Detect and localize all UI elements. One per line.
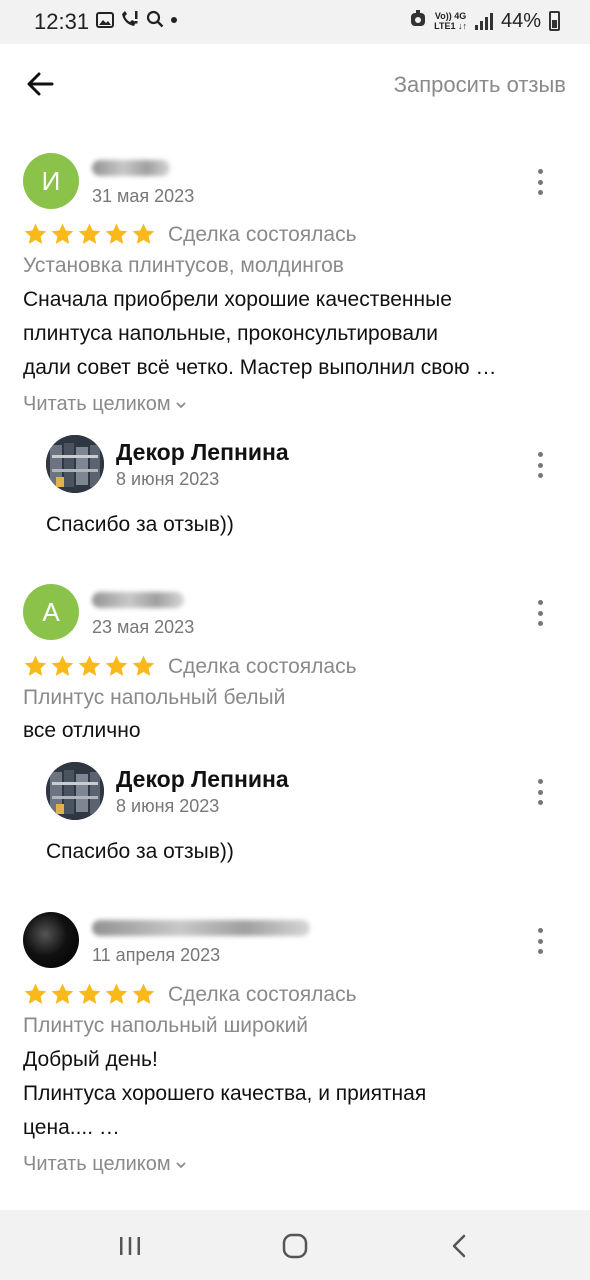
status-time: 12:31 <box>34 9 90 34</box>
reply-text: Спасибо за отзыв)) <box>46 840 234 863</box>
read-more-label: Читать целиком <box>23 1153 171 1175</box>
star-icon <box>105 983 128 1004</box>
review-text: все отлично <box>23 714 568 748</box>
review-date: 11 апреля 2023 <box>92 945 221 965</box>
review-date: 23 мая 2023 <box>92 617 195 637</box>
star-rating <box>23 654 156 679</box>
chevron-down-icon <box>176 1161 186 1168</box>
service-name: Плинтус напольный широкий <box>23 1014 309 1037</box>
more-options-icon[interactable] <box>530 779 550 805</box>
request-review-button[interactable]: Запросить отзыв <box>394 72 566 98</box>
read-more-label: Читать целиком <box>23 393 171 415</box>
status-right: Vo)) 4G LTE1 ↓↑ 44% <box>410 9 560 33</box>
deal-status: Сделка состоялась <box>168 982 357 1006</box>
notification-icons <box>96 10 178 33</box>
star-rating <box>23 222 156 247</box>
star-icon <box>51 983 74 1004</box>
gallery-icon <box>96 11 114 33</box>
rating-row: Сделка состоялась <box>23 982 357 1007</box>
star-icon <box>24 223 47 244</box>
home-icon[interactable] <box>277 1228 313 1264</box>
star-icon <box>78 223 101 244</box>
company-avatar <box>46 435 104 493</box>
review-text: Добрый день! Плинтуса хорошего качества,… <box>23 1043 568 1145</box>
missed-call-icon <box>120 10 140 33</box>
star-icon <box>24 655 47 676</box>
review-text-line: плинтуса напольные, проконсультировали <box>23 322 438 345</box>
review-text-line: Добрый день! <box>23 1048 158 1071</box>
rating-row: Сделка состоялась <box>23 654 357 679</box>
reply-date: 8 июня 2023 <box>116 796 220 816</box>
review-text-line: цена.... … <box>23 1116 120 1139</box>
battery-percent: 44% <box>500 9 541 32</box>
star-icon <box>132 655 155 676</box>
app-bar: Запросить отзыв <box>0 44 590 124</box>
star-icon <box>24 983 47 1004</box>
review-text-line: все отлично <box>23 719 141 742</box>
chevron-down-icon <box>176 401 186 408</box>
signal-icon <box>474 12 493 30</box>
reply-text: Спасибо за отзыв)) <box>46 513 234 536</box>
network-bottom-label: LTE1 ↓↑ <box>434 21 467 31</box>
more-options-icon[interactable] <box>530 169 550 195</box>
review-text: Сначала приобрели хорошие качественные п… <box>23 283 568 385</box>
dot-icon <box>170 10 178 33</box>
arrow-left-icon[interactable] <box>22 66 58 102</box>
service-name: Плинтус напольный белый <box>23 686 286 709</box>
read-more-link[interactable]: Читать целиком <box>23 393 187 416</box>
deal-status: Сделка состоялась <box>168 654 357 678</box>
blurred-author-name <box>92 920 310 936</box>
more-options-icon[interactable] <box>530 928 550 954</box>
avatar <box>23 912 79 968</box>
review-text-line: Плинтуса хорошего качества, и приятная <box>23 1082 427 1105</box>
star-icon <box>51 223 74 244</box>
star-icon <box>132 983 155 1004</box>
reply-author-name: Декор Лепнина <box>116 766 289 792</box>
deal-status: Сделка состоялась <box>168 222 357 246</box>
more-options-icon[interactable] <box>530 452 550 478</box>
company-avatar <box>46 762 104 820</box>
more-options-icon[interactable] <box>530 600 550 626</box>
recent-apps-icon[interactable] <box>112 1228 148 1264</box>
status-bar: 12:31 Vo)) 4G LTE1 ↓↑ 44% <box>0 0 590 44</box>
battery-icon <box>549 11 560 31</box>
alarm-icon <box>410 9 426 33</box>
service-name: Установка плинтусов, молдингов <box>23 254 344 277</box>
network-top-label: Vo)) 4G <box>434 11 467 21</box>
star-rating <box>23 982 156 1007</box>
rating-row: Сделка состоялась <box>23 222 357 247</box>
blurred-author-name <box>92 592 184 608</box>
read-more-link[interactable]: Читать целиком <box>23 1153 187 1176</box>
star-icon <box>51 655 74 676</box>
back-icon[interactable] <box>442 1228 478 1264</box>
system-nav-bar <box>0 1210 590 1280</box>
avatar: А <box>23 584 79 640</box>
star-icon <box>105 223 128 244</box>
reply-date: 8 июня 2023 <box>116 469 220 489</box>
blurred-author-name <box>92 160 170 176</box>
star-icon <box>78 983 101 1004</box>
review-date: 31 мая 2023 <box>92 186 195 206</box>
star-icon <box>132 223 155 244</box>
network-indicator: Vo)) 4G LTE1 ↓↑ <box>434 11 467 31</box>
review-text-line: дали совет всё четко. Мастер выполнил св… <box>23 356 497 379</box>
star-icon <box>105 655 128 676</box>
avatar: И <box>23 153 79 209</box>
review-text-line: Сначала приобрели хорошие качественные <box>23 288 452 311</box>
reply-author-name: Декор Лепнина <box>116 439 289 465</box>
search-status-icon <box>146 10 164 33</box>
star-icon <box>78 655 101 676</box>
